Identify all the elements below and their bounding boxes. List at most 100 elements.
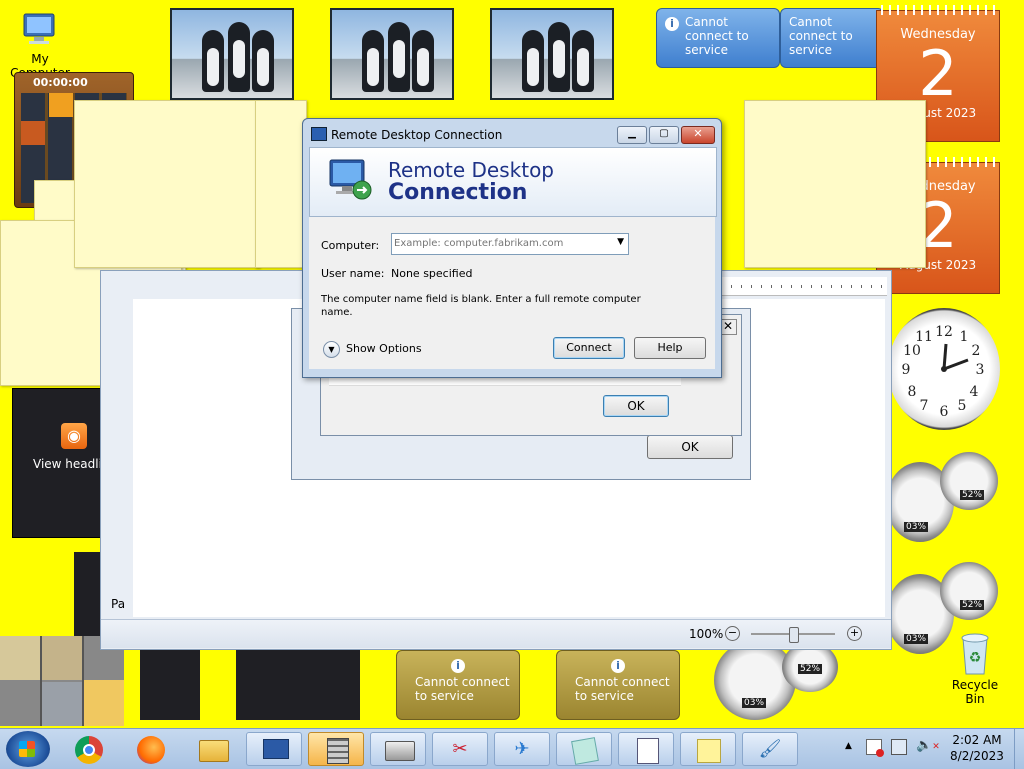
show-desktop-button[interactable]: [1014, 729, 1024, 769]
taskbar-firefox[interactable]: [122, 732, 178, 766]
wordpad-ruler: [721, 277, 887, 296]
taskbar-send-feedback[interactable]: ✈: [494, 732, 550, 766]
svg-text:6: 6: [940, 404, 949, 420]
expand-options-icon[interactable]: ▼: [323, 341, 340, 358]
rdc-app-icon: [311, 127, 327, 141]
mem-value: 52%: [960, 600, 985, 610]
computer-combobox[interactable]: ▼: [391, 233, 629, 255]
taskbar-remote-desktop[interactable]: [246, 732, 302, 766]
wordpad-page-label: Pa: [111, 597, 126, 611]
feed-headlines-gadget[interactable]: ◉ View headli: [12, 388, 104, 538]
weather-gadget-3[interactable]: i Cannot connect to service: [396, 650, 520, 720]
zoom-slider[interactable]: [751, 627, 835, 643]
username-value: None specified: [391, 267, 473, 280]
feed-label: View headli: [33, 457, 102, 471]
paper-plane-icon: ✈: [514, 738, 530, 760]
volume-muted-icon[interactable]: 🔈✕: [916, 738, 940, 753]
zoom-slider-thumb[interactable]: [789, 627, 799, 643]
feed-gadget-2[interactable]: [74, 552, 102, 638]
computer-icon: [23, 13, 55, 44]
dark-gadget-1[interactable]: [140, 650, 200, 720]
rdc-titlebar[interactable]: Remote Desktop Connection ▁ ▢ ✕: [303, 119, 721, 147]
clock-date[interactable]: 8/2/2023: [942, 749, 1012, 763]
weather-gadget-2[interactable]: Cannot connect to service: [780, 8, 884, 68]
svg-text:4: 4: [970, 384, 979, 400]
cpu-value: 03%: [904, 634, 929, 644]
recycle-bin-label: Recycle Bin: [951, 678, 999, 706]
slideshow-photo-3[interactable]: [490, 8, 614, 100]
weather-message: Cannot connect to service: [575, 675, 670, 703]
svg-text:5: 5: [958, 398, 967, 414]
sticky-note-right[interactable]: [744, 100, 926, 268]
clock-time[interactable]: 2:02 AM: [942, 733, 1012, 747]
taskbar-paint[interactable]: 🖌: [742, 732, 798, 766]
taskbar-sticky-notes[interactable]: [556, 732, 612, 766]
svg-text:3: 3: [976, 362, 985, 378]
mem-value: 52%: [960, 490, 985, 500]
svg-text:9: 9: [902, 362, 911, 378]
taskbar-explorer[interactable]: [184, 732, 240, 766]
svg-text:2: 2: [972, 343, 981, 359]
connect-button[interactable]: Connect: [553, 337, 625, 359]
svg-text:8: 8: [908, 384, 917, 400]
sticky-note-mid[interactable]: [255, 100, 307, 268]
wordpad-statusbar: 100% − +: [101, 619, 891, 648]
show-options-link[interactable]: Show Options: [346, 342, 422, 355]
printer-icon: [385, 741, 415, 761]
taskbar-snipping-tool[interactable]: ✂: [432, 732, 488, 766]
help-button[interactable]: Help: [634, 337, 706, 359]
taskbar-fax-scan[interactable]: [370, 732, 426, 766]
info-icon: i: [451, 659, 465, 673]
maximize-button[interactable]: ▢: [649, 126, 679, 144]
network-icon[interactable]: [891, 739, 907, 755]
rdc-title: Remote Desktop Connection: [331, 128, 503, 142]
recycle-bin-icon[interactable]: ♻ Recycle Bin: [942, 630, 1008, 706]
svg-text:1: 1: [960, 329, 969, 345]
show-hidden-icons[interactable]: ▲: [845, 741, 852, 751]
cpu-value: 03%: [742, 698, 767, 708]
folder-icon: [199, 740, 229, 762]
weather-gadget-1[interactable]: i Cannot connect to service: [656, 8, 780, 68]
rdc-dialog[interactable]: Remote Desktop Connection ▁ ▢ ✕ Remote D…: [302, 118, 722, 378]
close-button[interactable]: ✕: [681, 126, 715, 144]
slideshow-photo-1[interactable]: [170, 8, 294, 100]
rdc-body: Computer: ▼ User name: None specified Th…: [309, 217, 715, 369]
my-computer-icon[interactable]: My Computer: [2, 10, 78, 80]
weather-gadget-4[interactable]: i Cannot connect to service: [556, 650, 680, 720]
start-button[interactable]: [6, 731, 50, 767]
note-icon: [571, 737, 599, 765]
taskbar-chrome[interactable]: [60, 732, 116, 766]
taskbar-calculator[interactable]: [308, 732, 364, 766]
computer-input[interactable]: [394, 235, 604, 251]
username-label: User name:: [321, 267, 385, 280]
ok-button-outer[interactable]: OK: [647, 435, 733, 459]
svg-text:12: 12: [935, 324, 953, 340]
svg-text:11: 11: [915, 329, 933, 345]
sticky-note-main[interactable]: [74, 100, 260, 268]
taskbar-sticky-notes-2[interactable]: [680, 732, 736, 766]
ok-button-inner[interactable]: OK: [603, 395, 669, 417]
chevron-down-icon[interactable]: ▼: [617, 237, 624, 247]
cpu-meter-2-small[interactable]: 52%: [940, 562, 998, 620]
remote-desktop-icon: [263, 739, 289, 759]
rdc-header-line1: Remote Desktop: [388, 158, 555, 182]
clock-gadget[interactable]: 12 3 6 9 12 45 7 8 10 11: [888, 308, 1000, 430]
slideshow-photo-2[interactable]: [330, 8, 454, 100]
rdc-header: Remote Desktop Connection: [309, 147, 717, 217]
clock-face-icon: 12 3 6 9 12 45 78 1011: [902, 324, 985, 420]
svg-text:♻: ♻: [969, 650, 982, 666]
weather-message: Cannot connect to service: [685, 15, 749, 57]
computer-label: Computer:: [321, 239, 380, 252]
zoom-in-icon[interactable]: +: [847, 626, 862, 641]
minimize-button[interactable]: ▁: [617, 126, 647, 144]
firefox-icon: [137, 736, 165, 764]
weather-message: Cannot connect to service: [789, 15, 853, 57]
action-center-icon[interactable]: [866, 739, 884, 757]
zoom-out-icon[interactable]: −: [725, 626, 740, 641]
mem-value: 52%: [798, 664, 823, 674]
cpu-meter-3-main[interactable]: 03%: [714, 640, 796, 720]
dark-gadget-2[interactable]: [236, 650, 360, 720]
cpu-meter-1-small[interactable]: 52%: [940, 452, 998, 510]
taskbar-wordpad[interactable]: [618, 732, 674, 766]
document-icon: [637, 738, 659, 764]
